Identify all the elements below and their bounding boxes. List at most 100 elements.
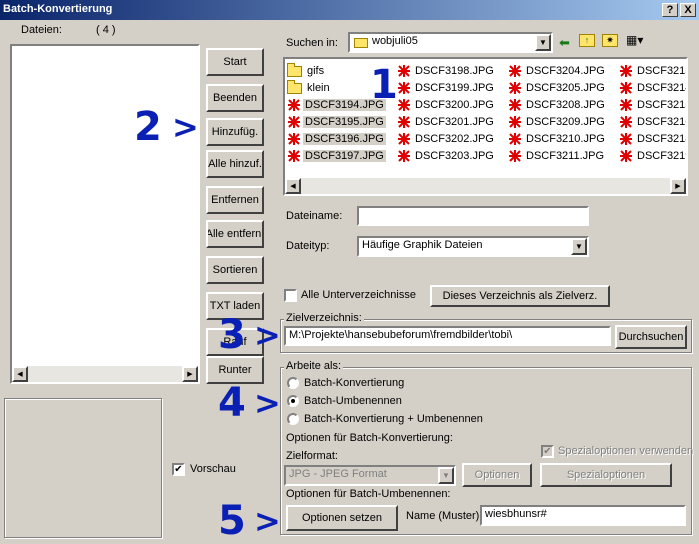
radio-batch-konvertierung[interactable]	[287, 377, 299, 389]
image-file-item[interactable]: DSCF3195.JPG	[287, 114, 386, 130]
image-file-item[interactable]: DSCF3209.JPG	[508, 114, 607, 130]
scroll-right-icon[interactable]: ▶	[670, 178, 686, 194]
file-name: DSCF3211.JPG	[526, 150, 605, 162]
image-file-item[interactable]: DSCF3215	[619, 97, 686, 113]
file-name: DSCF3204.JPG	[526, 65, 605, 77]
folder-item[interactable]: gifs	[287, 62, 326, 79]
als-zielverz-button[interactable]: Dieses Verzeichnis als Zielverz.	[430, 285, 610, 307]
suchen-in-label: Suchen in:	[286, 37, 338, 49]
radio-batch-konvertierung-label: Batch-Konvertierung	[304, 377, 405, 389]
image-file-icon	[287, 132, 301, 146]
image-file-item[interactable]: DSCF3196.JPG	[287, 131, 386, 147]
annotation-number-3: 3	[218, 312, 246, 358]
image-file-item[interactable]: DSCF3198.JPG	[397, 63, 496, 79]
image-file-item[interactable]: DSCF3204.JPG	[508, 63, 607, 79]
optionen-button[interactable]: Optionen	[462, 463, 532, 487]
zielformat-value: JPG - JPEG Format	[289, 468, 387, 480]
chevron-down-icon[interactable]: ▼	[438, 467, 454, 484]
browser-hscrollbar[interactable]: ◀ ▶	[285, 178, 686, 194]
zielverzeichnis-label: Zielverzeichnis:	[284, 312, 364, 324]
file-name: DSCF3200.JPG	[415, 99, 494, 111]
start-button[interactable]: Start	[206, 48, 264, 76]
arbeite-als-label: Arbeite als:	[284, 360, 344, 372]
radio-batch-konv-umbenennen[interactable]	[287, 413, 299, 425]
image-file-item[interactable]: DSCF3218	[619, 131, 686, 147]
file-name: DSCF3195.JPG	[303, 116, 386, 128]
close-button[interactable]: X	[680, 3, 696, 17]
image-file-item[interactable]: DSCF3213	[619, 63, 686, 79]
image-file-item[interactable]: DSCF3199.JPG	[397, 80, 496, 96]
folder-item[interactable]: klein	[287, 79, 332, 96]
image-file-icon	[508, 115, 522, 129]
file-name: DSCF3218	[637, 133, 686, 145]
hinzufuegen-button[interactable]: Hinzufüg.	[206, 118, 264, 146]
annotation-number-2: 2	[134, 104, 162, 150]
vorschau-checkbox[interactable]: ✔	[172, 463, 185, 476]
zielformat-dropdown[interactable]: JPG - JPEG Format ▼	[284, 465, 456, 486]
durchsuchen-button[interactable]: Durchsuchen	[615, 325, 687, 349]
file-name: DSCF3201.JPG	[415, 116, 494, 128]
image-file-item[interactable]: DSCF3200.JPG	[397, 97, 496, 113]
file-name: klein	[307, 82, 330, 94]
back-arrow-icon[interactable]: ⬅	[559, 35, 570, 51]
image-file-icon	[619, 149, 633, 163]
spezialoptionen-button[interactable]: Spezialoptionen	[540, 463, 672, 487]
image-file-item[interactable]: DSCF3210.JPG	[508, 131, 607, 147]
help-button[interactable]: ?	[662, 3, 678, 17]
suchen-in-dropdown[interactable]: wobjuli05 ▼	[348, 32, 553, 53]
suchen-in-value: wobjuli05	[372, 35, 418, 47]
spezialoptionen-checkbox[interactable]: ✔	[541, 445, 554, 458]
image-file-icon	[397, 149, 411, 163]
annotation-arrow-2: >	[172, 108, 199, 146]
folder-up-icon[interactable]: ↑	[579, 34, 595, 47]
scroll-right-icon[interactable]: ▶	[182, 366, 198, 382]
view-menu-icon[interactable]: ▦▾	[626, 34, 648, 48]
chevron-down-icon[interactable]: ▼	[535, 34, 551, 51]
optionen-setzen-button[interactable]: Optionen setzen	[286, 505, 398, 531]
queue-hscrollbar[interactable]: ◀ ▶	[12, 366, 198, 382]
konvertierung-optionen-label: Optionen für Batch-Konvertierung:	[286, 432, 453, 444]
image-file-item[interactable]: DSCF3205.JPG	[508, 80, 607, 96]
chevron-down-icon[interactable]: ▼	[571, 238, 587, 255]
annotation-number-4: 4	[218, 380, 246, 426]
beenden-button[interactable]: Beenden	[206, 84, 264, 112]
file-browser-list[interactable]: gifs klein DSCF3194.JPG DSCF3195.JPG DSCF319…	[283, 57, 688, 196]
image-file-item[interactable]: DSCF3216	[619, 114, 686, 130]
image-file-icon	[397, 98, 411, 112]
zielverzeichnis-input[interactable]: M:\Projekte\hansebubeforum\fremdbilder\t…	[284, 326, 611, 346]
unterverzeichnisse-checkbox[interactable]	[284, 289, 297, 302]
name-muster-input[interactable]: wiesbhunsr#	[480, 505, 686, 526]
image-file-item[interactable]: DSCF3208.JPG	[508, 97, 607, 113]
file-queue-list[interactable]: M:\Kräne\Hajo\wobjuli05\DSCF3197.JPGM:\K…	[10, 44, 200, 384]
umbenennen-optionen-label: Optionen für Batch-Umbenennen:	[286, 488, 451, 500]
image-file-icon	[508, 149, 522, 163]
image-file-icon	[287, 115, 301, 129]
dateiname-input[interactable]	[357, 206, 589, 226]
file-name: DSCF3214	[637, 82, 686, 94]
entfernen-button[interactable]: Entfernen	[206, 186, 264, 214]
scroll-left-icon[interactable]: ◀	[285, 178, 301, 194]
annotation-arrow-4: >	[254, 384, 281, 422]
alle-hinzufuegen-button[interactable]: Alle hinzuf.	[206, 150, 264, 178]
file-name: DSCF3205.JPG	[526, 82, 605, 94]
file-name: DSCF3213	[637, 65, 686, 77]
image-file-item[interactable]: DSCF3202.JPG	[397, 131, 496, 147]
image-file-item[interactable]: DSCF3214	[619, 80, 686, 96]
sortieren-button[interactable]: Sortieren	[206, 256, 264, 284]
alle-entfernen-button[interactable]: Alle entfern.	[206, 220, 264, 248]
new-folder-icon[interactable]: ✷	[602, 34, 618, 47]
image-file-item[interactable]: DSCF3203.JPG	[397, 148, 496, 164]
image-file-icon	[619, 98, 633, 112]
image-file-item[interactable]: DSCF3197.JPG	[287, 148, 386, 164]
dateityp-dropdown[interactable]: Häufige Graphik Dateien ▼	[357, 236, 589, 257]
radio-batch-umbenennen[interactable]	[287, 395, 299, 407]
image-file-item[interactable]: DSCF3211.JPG	[508, 148, 606, 164]
folder-icon	[287, 79, 302, 94]
image-file-item[interactable]: DSCF3219	[619, 148, 686, 164]
image-file-icon	[397, 132, 411, 146]
image-file-item[interactable]: DSCF3201.JPG	[397, 114, 496, 130]
file-name: DSCF3199.JPG	[415, 82, 494, 94]
image-file-icon	[619, 64, 633, 78]
file-name: gifs	[307, 65, 325, 77]
scroll-left-icon[interactable]: ◀	[12, 366, 28, 382]
